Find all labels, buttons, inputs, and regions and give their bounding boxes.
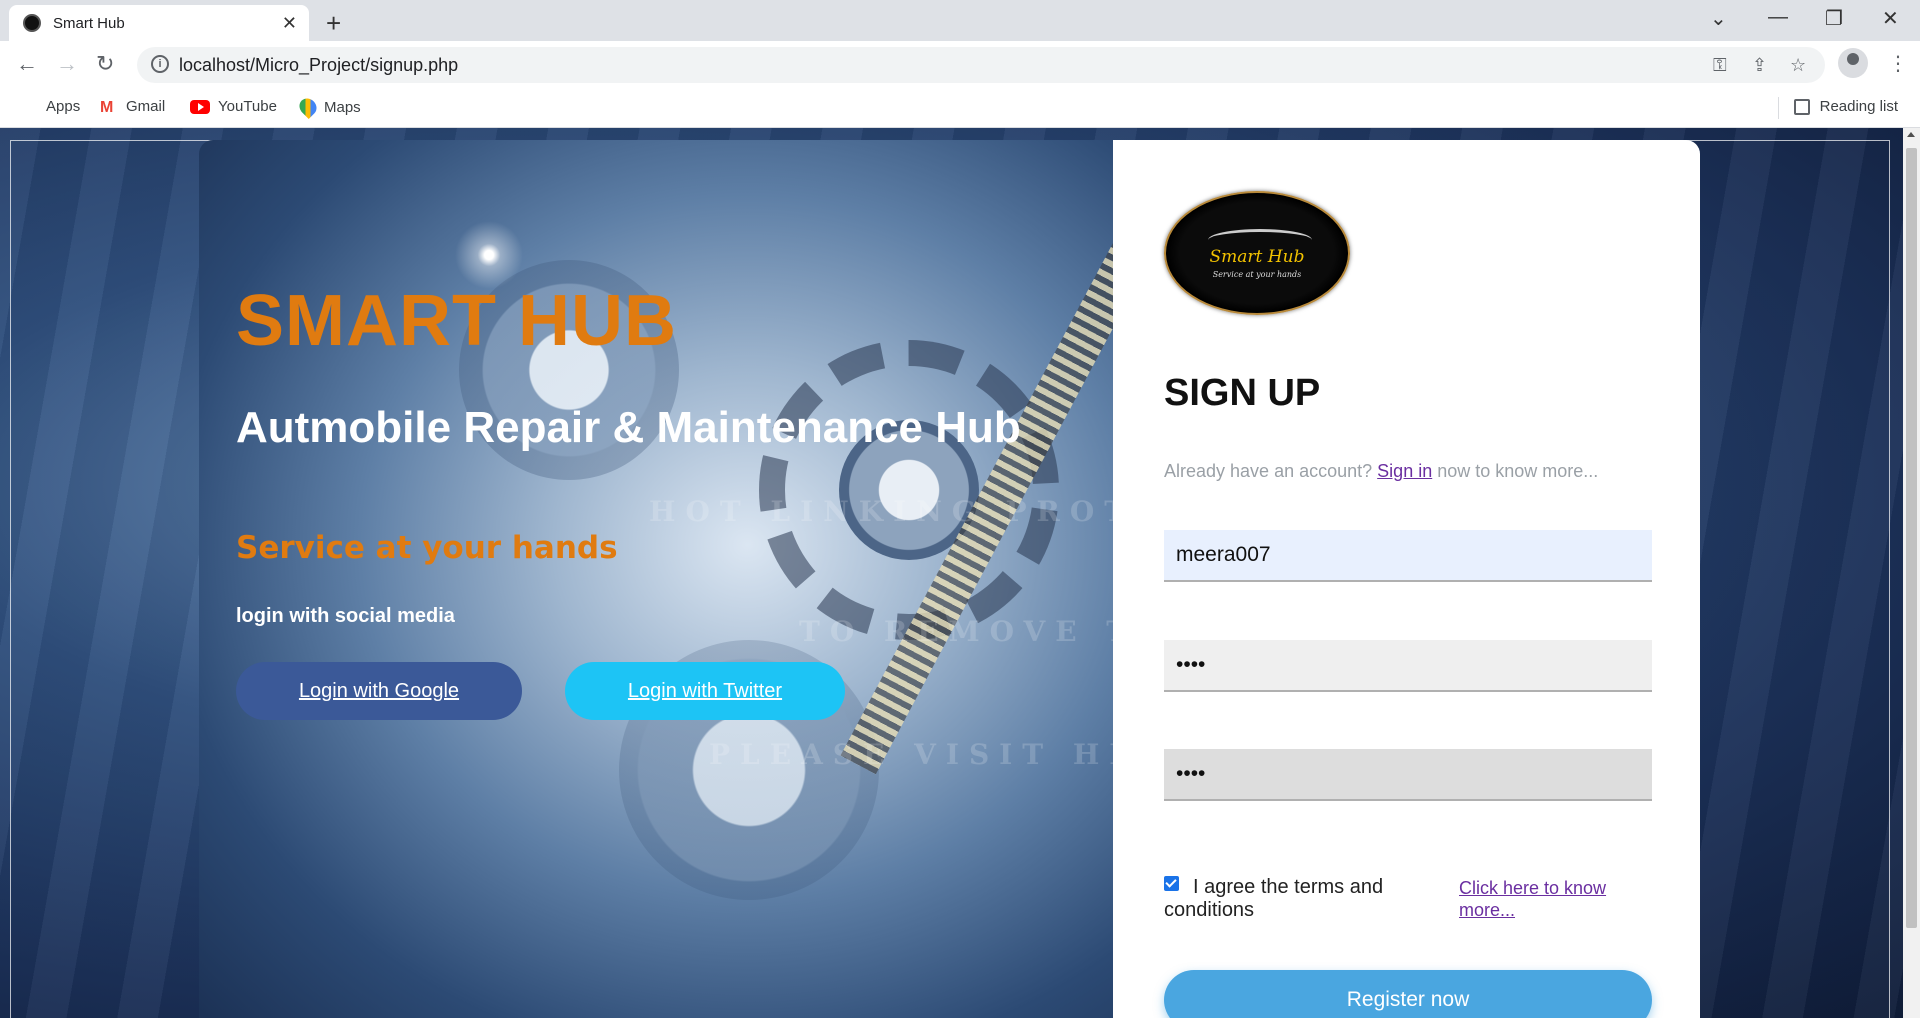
- reload-icon[interactable]: ↻: [96, 51, 114, 77]
- bookmarks-bar: Apps M Gmail YouTube Maps Reading list: [0, 89, 1920, 128]
- password-input[interactable]: [1164, 640, 1652, 692]
- hero-panel: HOT LINKING PROTECT TO REMOVE TH PLEASE …: [199, 140, 1113, 1018]
- signin-link[interactable]: Sign in: [1377, 461, 1432, 481]
- scroll-up-icon[interactable]: [1907, 132, 1915, 137]
- bookmark-label: YouTube: [218, 98, 277, 115]
- signup-title: SIGN UP: [1164, 372, 1321, 414]
- reading-list-label: Reading list: [1819, 98, 1898, 115]
- bookmark-maps[interactable]: Maps: [295, 94, 361, 120]
- back-icon[interactable]: ←: [16, 51, 38, 77]
- brand-subtitle: Autmobile Repair & Maintenance Hub: [236, 403, 1021, 452]
- minimize-icon[interactable]: —: [1768, 6, 1788, 29]
- social-login-label: login with social media: [236, 605, 455, 627]
- logo-text: Smart Hub: [1209, 247, 1305, 267]
- bookmark-youtube[interactable]: YouTube: [190, 98, 277, 115]
- username-input[interactable]: [1164, 530, 1652, 582]
- terms-row: I agree the terms and conditions: [1164, 876, 1424, 922]
- terms-checkbox[interactable]: [1164, 876, 1179, 891]
- watermark-text: TO REMOVE TH: [799, 615, 1113, 648]
- bookmark-separator: [1778, 97, 1779, 119]
- already-account-text: Already have an account? Sign in now to …: [1164, 461, 1598, 482]
- confirm-password-input[interactable]: [1164, 749, 1652, 801]
- close-tab-icon[interactable]: ✕: [282, 13, 297, 34]
- profile-avatar-icon[interactable]: [1838, 48, 1868, 78]
- star-icon[interactable]: ☆: [1790, 55, 1806, 76]
- new-tab-icon[interactable]: +: [326, 8, 341, 39]
- gmail-icon: M: [100, 98, 114, 116]
- logo-tagline: Service at your hands: [1212, 270, 1302, 279]
- more-menu-icon[interactable]: ⋮: [1888, 51, 1908, 76]
- login-google-button[interactable]: Login with Google: [236, 662, 522, 720]
- apps-grid-icon: [20, 99, 38, 115]
- close-window-icon[interactable]: ✕: [1882, 6, 1899, 31]
- register-button[interactable]: Register now: [1164, 970, 1652, 1018]
- url-text: localhost/Micro_Project/signup.php: [179, 55, 459, 75]
- toolbar: ← → ↻ i localhost/Micro_Project/signup.p…: [0, 41, 1920, 89]
- login-twitter-button[interactable]: Login with Twitter: [565, 662, 845, 720]
- terms-know-more-link[interactable]: Click here to know more...: [1459, 877, 1629, 921]
- forward-icon[interactable]: →: [56, 51, 78, 77]
- already-prefix: Already have an account?: [1164, 461, 1373, 481]
- browser-chrome: Smart Hub ✕ + ⌄ — ❐ ✕ ← → ↻ i localhost/…: [0, 0, 1920, 128]
- tab-title: Smart Hub: [53, 14, 125, 32]
- favicon-icon: [23, 14, 41, 32]
- reading-list-button[interactable]: Reading list: [1793, 98, 1898, 115]
- restore-icon[interactable]: ❐: [1825, 6, 1843, 31]
- signup-panel: Smart Hub Service at your hands SIGN UP …: [1113, 140, 1700, 1018]
- bookmark-label: Maps: [324, 98, 361, 116]
- watermark-text: PLEASE VISIT HDWA: [709, 738, 1113, 771]
- already-suffix: now to know more...: [1437, 461, 1599, 481]
- watermark-text: HOT LINKING PROTECT: [649, 495, 1113, 528]
- key-icon[interactable]: ⚿: [1713, 55, 1727, 76]
- scrollbar-thumb[interactable]: [1906, 148, 1917, 928]
- youtube-icon: [190, 99, 210, 114]
- site-info-icon[interactable]: i: [151, 55, 169, 73]
- browser-tab[interactable]: Smart Hub ✕: [9, 5, 309, 41]
- page-viewport: HOT LINKING PROTECT TO REMOVE TH PLEASE …: [0, 128, 1903, 1018]
- terms-label: I agree the terms and conditions: [1164, 876, 1384, 921]
- bookmark-label: Apps: [46, 98, 81, 115]
- share-icon[interactable]: ⇪: [1752, 55, 1767, 76]
- brand-tagline: Service at your hands: [236, 530, 618, 566]
- brand-title: SMART HUB: [236, 281, 677, 361]
- reading-list-icon: [1793, 98, 1810, 115]
- bookmark-label: Gmail: [126, 98, 166, 115]
- maps-icon: [295, 94, 321, 120]
- page-scrollbar[interactable]: [1903, 128, 1920, 1018]
- bookmark-gmail[interactable]: M Gmail: [100, 98, 166, 116]
- tab-search-icon[interactable]: ⌄: [1710, 6, 1727, 31]
- address-bar[interactable]: i localhost/Micro_Project/signup.php ⚿ ⇪…: [137, 47, 1825, 83]
- bookmark-apps[interactable]: Apps: [20, 98, 80, 115]
- smart-hub-logo: Smart Hub Service at your hands: [1164, 191, 1350, 315]
- tab-strip: Smart Hub ✕ + ⌄ — ❐ ✕: [0, 0, 1920, 41]
